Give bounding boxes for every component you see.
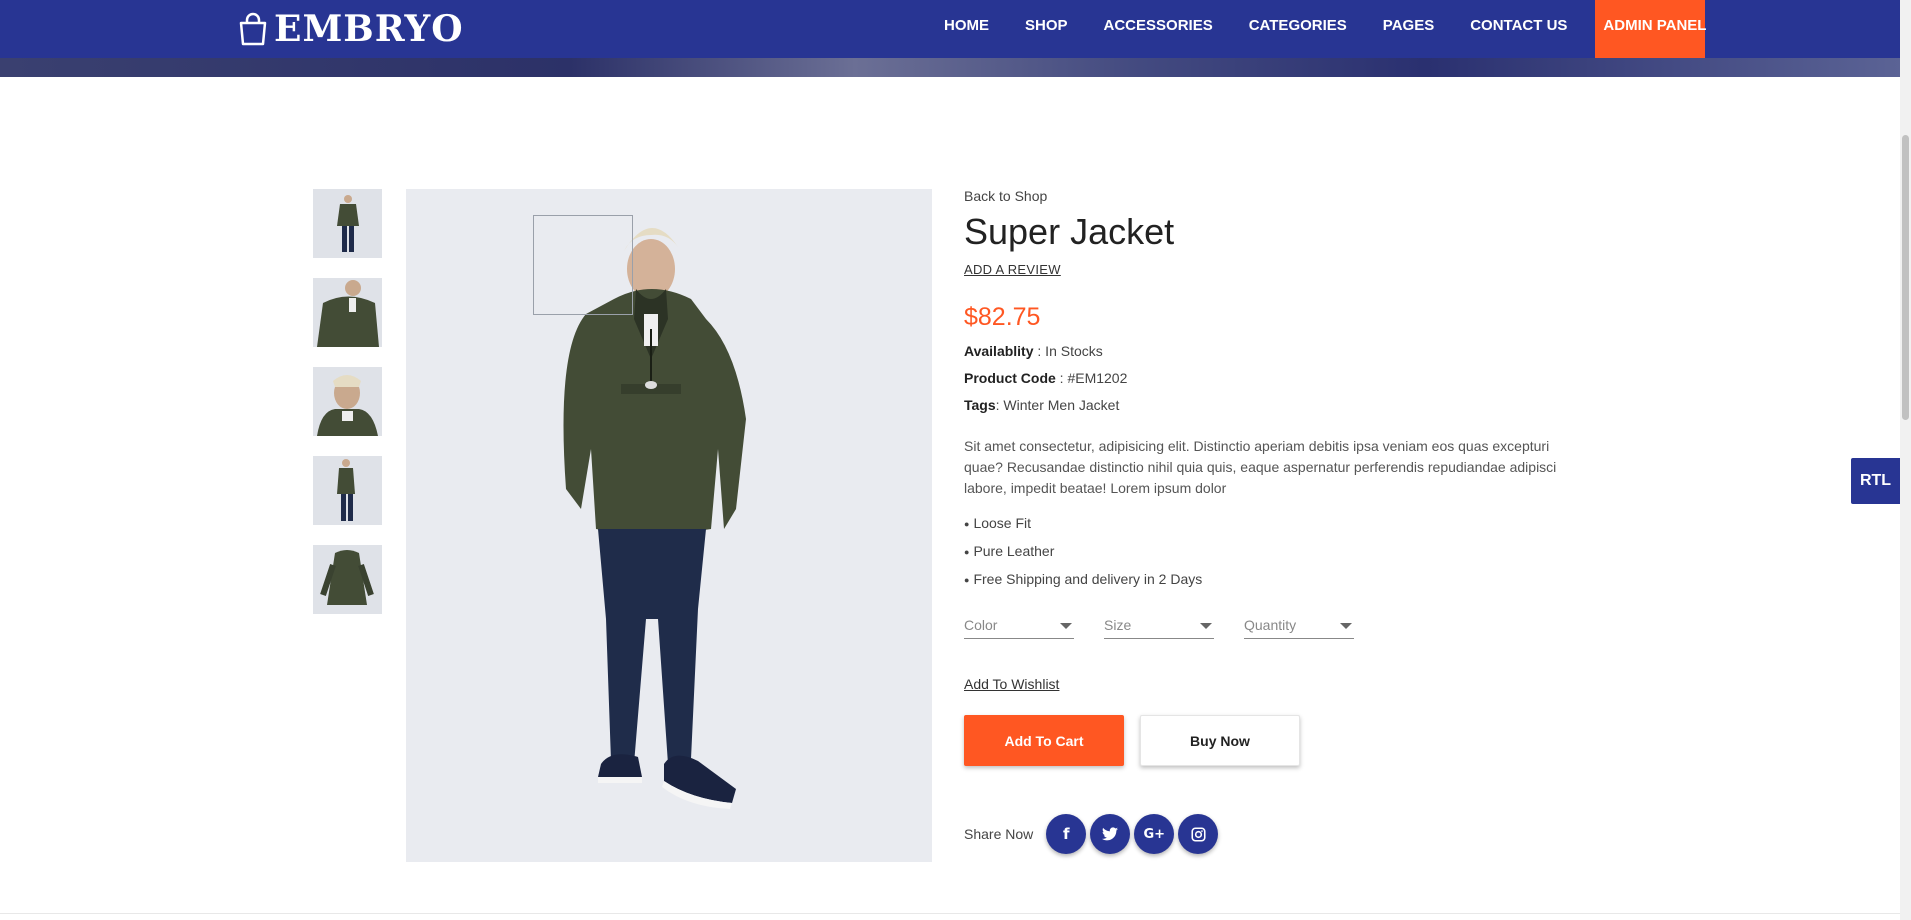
scrollbar-thumb[interactable] xyxy=(1902,135,1909,420)
twitter-icon[interactable] xyxy=(1090,814,1131,854)
top-navbar: EMBRYO HOME SHOP ACCESSORIES CATEGORIES … xyxy=(0,0,1900,58)
thumbnail-5[interactable] xyxy=(313,545,382,614)
quantity-select[interactable]: Quantity xyxy=(1244,613,1354,639)
product-title: Super Jacket xyxy=(964,211,1175,252)
buy-now-button[interactable]: Buy Now xyxy=(1140,715,1300,766)
feature-item: Pure Leather xyxy=(964,543,1564,562)
chevron-down-icon xyxy=(1060,623,1072,629)
nav-accessories[interactable]: ACCESSORIES xyxy=(1086,0,1231,58)
main-nav: HOME SHOP ACCESSORIES CATEGORIES PAGES C… xyxy=(926,0,1706,58)
logo-text: EMBRYO xyxy=(274,8,464,50)
product-code-row: Product Code : #EM1202 xyxy=(964,370,1564,386)
thumbnail-list xyxy=(313,189,382,634)
google-plus-icon[interactable]: G+ xyxy=(1134,814,1175,854)
product-photo xyxy=(406,189,932,862)
option-selects: Color Size Quantity xyxy=(964,613,1564,639)
product-description: Sit amet consectetur, adipisicing elit. … xyxy=(964,438,1557,496)
share-section: Share Now f G+ xyxy=(964,814,1564,854)
add-to-wishlist-link[interactable]: Add To Wishlist xyxy=(964,676,1059,692)
action-buttons: Add To Cart Buy Now xyxy=(964,715,1564,766)
feature-list: Loose Fit Pure Leather Free Shipping and… xyxy=(964,515,1564,590)
chevron-down-icon xyxy=(1200,623,1212,629)
size-select[interactable]: Size xyxy=(1104,613,1214,639)
thumbnail-4[interactable] xyxy=(313,456,382,525)
shopping-bag-icon xyxy=(239,12,267,46)
product-details: Back to Shop Super Jacket ADD A REVIEW $… xyxy=(964,188,1564,854)
nav-shop[interactable]: SHOP xyxy=(1007,0,1086,58)
logo[interactable]: EMBRYO xyxy=(238,8,464,50)
zoom-lens xyxy=(533,215,633,315)
product-main-image[interactable] xyxy=(406,189,932,862)
thumbnail-1[interactable] xyxy=(313,189,382,258)
product-code-label: Product Code xyxy=(964,370,1056,386)
quantity-select-label: Quantity xyxy=(1244,617,1297,633)
nav-contact-us[interactable]: CONTACT US xyxy=(1452,0,1585,58)
availability-row: Availablity : In Stocks xyxy=(964,343,1564,359)
size-select-label: Size xyxy=(1104,617,1132,633)
thumbnail-3[interactable] xyxy=(313,367,382,436)
nav-admin-panel[interactable]: ADMIN PANEL xyxy=(1595,0,1706,58)
page-scrollbar[interactable] xyxy=(1900,0,1911,920)
tags-row: Tags: Winter Men Jacket xyxy=(964,397,1564,413)
chevron-down-icon xyxy=(1340,623,1352,629)
add-to-cart-button[interactable]: Add To Cart xyxy=(964,715,1124,766)
product-code-value: : #EM1202 xyxy=(1055,370,1128,386)
share-label: Share Now xyxy=(964,826,1034,842)
nav-home[interactable]: HOME xyxy=(926,0,1007,58)
nav-pages[interactable]: PAGES xyxy=(1365,0,1452,58)
nav-categories[interactable]: CATEGORIES xyxy=(1231,0,1365,58)
instagram-icon[interactable] xyxy=(1178,814,1219,854)
tags-value: : Winter Men Jacket xyxy=(995,397,1120,413)
availability-value: : In Stocks xyxy=(1033,343,1103,359)
divider xyxy=(0,913,1900,914)
tags-label: Tags xyxy=(964,397,996,413)
feature-item: Loose Fit xyxy=(964,515,1564,534)
back-to-shop-link[interactable]: Back to Shop xyxy=(964,188,1564,204)
feature-item: Free Shipping and delivery in 2 Days xyxy=(964,571,1564,590)
rtl-toggle-button[interactable]: RTL xyxy=(1851,458,1900,504)
color-select[interactable]: Color xyxy=(964,613,1074,639)
facebook-icon[interactable]: f xyxy=(1046,814,1087,854)
thumbnail-2[interactable] xyxy=(313,278,382,347)
add-review-link[interactable]: ADD A REVIEW xyxy=(964,262,1061,277)
color-select-label: Color xyxy=(964,617,998,633)
availability-label: Availablity xyxy=(964,343,1034,359)
product-price: $82.75 xyxy=(964,303,1041,331)
